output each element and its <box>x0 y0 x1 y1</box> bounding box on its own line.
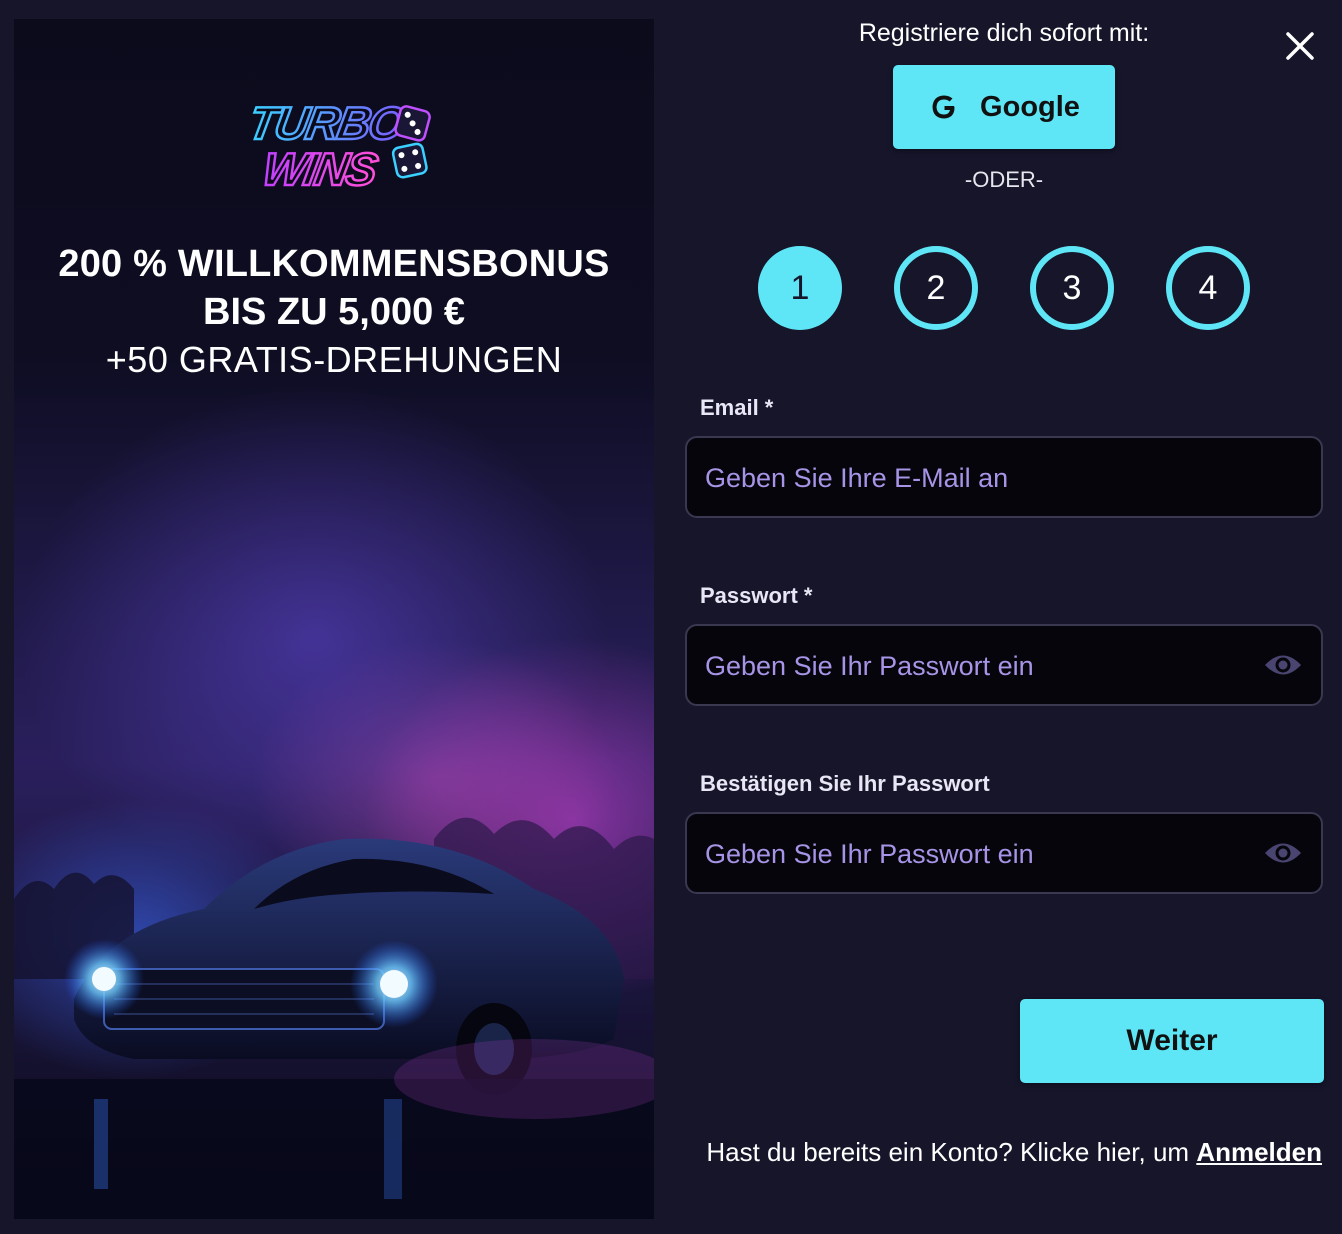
login-prompt: Hast du bereits ein Konto? Klicke hier, … <box>684 1137 1322 1168</box>
bonus-headline: 200 % WILLKOMMENSBONUS <box>58 243 610 285</box>
dice-icon <box>394 105 431 142</box>
step-indicator: 1 2 3 4 <box>758 246 1258 330</box>
password-label: Passwort * <box>700 583 813 608</box>
step-2: 2 <box>894 246 978 330</box>
close-icon <box>1286 32 1314 60</box>
confirm-password-label: Bestätigen Sie Ihr Passwort <box>700 771 990 796</box>
turbo-wins-logo: TURBO WINS <box>243 96 431 196</box>
promo-panel: TURBO WINS 200 % WILLKOMMENSBONUS BIS ZU… <box>14 19 654 1219</box>
divider-text: -ODER- <box>964 167 1044 192</box>
signup-heading: Registriere dich sofort mit: <box>858 19 1150 47</box>
step-1: 1 <box>758 246 842 330</box>
email-field-container <box>685 436 1323 518</box>
google-signup-button[interactable]: Google <box>893 65 1115 149</box>
step-4: 4 <box>1166 246 1250 330</box>
login-link[interactable]: Anmelden <box>1196 1137 1322 1167</box>
dice-icon-2 <box>391 142 428 179</box>
promo-car-image <box>14 817 654 1219</box>
close-button[interactable] <box>1280 26 1320 66</box>
email-field[interactable] <box>703 438 1247 518</box>
eye-icon-confirm[interactable] <box>1263 840 1303 866</box>
bonus-amount: BIS ZU 5,000 € <box>203 291 465 333</box>
login-prompt-text: Hast du bereits ein Konto? Klicke hier, … <box>706 1137 1197 1167</box>
svg-text:TURBO: TURBO <box>245 97 410 149</box>
next-button[interactable]: Weiter <box>1020 999 1324 1083</box>
password-field-container <box>685 624 1323 706</box>
bonus-free-spins: +50 GRATIS-DREHUNGEN <box>105 339 563 380</box>
password-field[interactable] <box>703 626 1247 706</box>
confirm-password-field[interactable] <box>703 814 1247 894</box>
registration-modal: TURBO WINS 200 % WILLKOMMENSBONUS BIS ZU… <box>0 0 1342 1234</box>
google-icon <box>932 95 955 119</box>
step-3: 3 <box>1030 246 1114 330</box>
eye-icon[interactable] <box>1263 652 1303 678</box>
svg-text:WINS: WINS <box>259 143 382 195</box>
confirm-password-field-container <box>685 812 1323 894</box>
google-button-label: Google <box>980 90 1080 123</box>
email-label: Email * <box>700 395 774 420</box>
